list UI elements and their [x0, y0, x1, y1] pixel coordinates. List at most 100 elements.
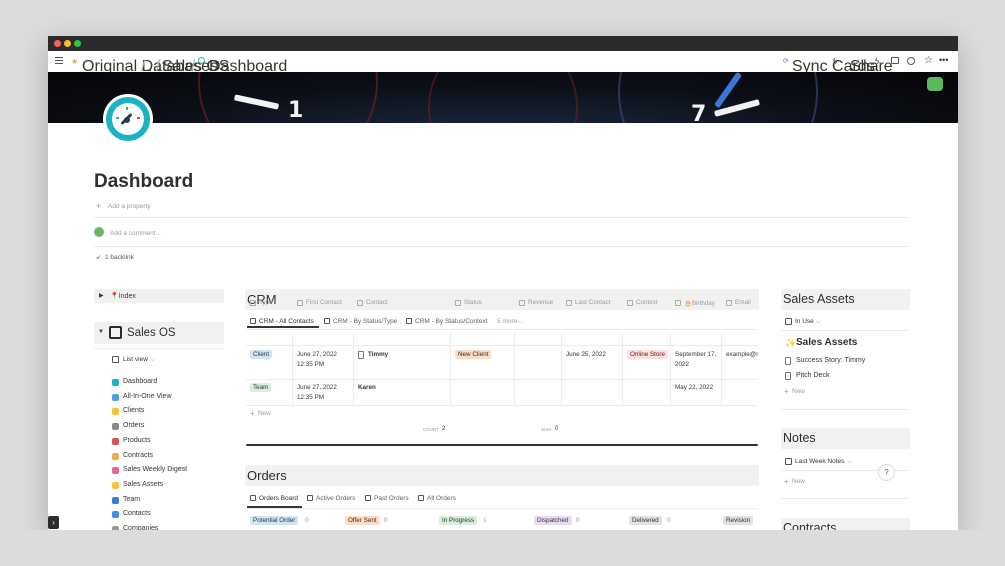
sidebar-item[interactable]: Contracts: [123, 452, 153, 459]
gauge-page-icon[interactable]: [103, 94, 153, 144]
sales-asset-item[interactable]: Success Story: Timmy: [796, 357, 865, 364]
column-header[interactable]: Context: [636, 299, 658, 306]
column-header[interactable]: 🎂Birthday: [684, 299, 715, 307]
menu-icon[interactable]: [55, 57, 63, 64]
last-week-notes-selector[interactable]: Last Week Notes: [795, 458, 844, 465]
column-header[interactable]: First Contact: [306, 299, 342, 306]
cover-digit: 7: [691, 102, 707, 123]
board-column-tag[interactable]: Delivered: [629, 516, 662, 525]
divider: [246, 444, 758, 446]
index-toggle[interactable]: ▶ 📍Index: [94, 289, 224, 303]
board-column-tag[interactable]: Dispatched: [534, 516, 572, 525]
type-tag[interactable]: Client: [250, 350, 273, 359]
email-cell[interactable]: example@r: [726, 350, 758, 360]
tab-orders-view[interactable]: Active Orders: [316, 495, 355, 502]
divider: [246, 405, 758, 406]
table-icon: [365, 495, 371, 501]
lightning-icon[interactable]: ϟ: [875, 57, 879, 66]
close-window-button[interactable]: [54, 40, 61, 47]
more-options-icon[interactable]: •••: [939, 55, 948, 65]
column-header[interactable]: Email: [735, 299, 751, 306]
chevron-down-icon[interactable]: ⌵: [150, 356, 155, 364]
plus-icon: +: [250, 409, 255, 418]
tab-crm-view[interactable]: CRM - By Status/Context: [415, 318, 488, 325]
cover-image[interactable]: 1 7: [48, 72, 958, 123]
contact-cell[interactable]: Timmy: [368, 350, 388, 360]
add-comment-input[interactable]: Add a comment...: [110, 230, 161, 237]
expand-toggle-icon[interactable]: ›: [48, 516, 59, 529]
sidebar-item-icon: [112, 423, 119, 431]
new-note-button[interactable]: New: [792, 478, 805, 485]
maximize-window-button[interactable]: [74, 40, 81, 47]
property-type-icon: [455, 300, 461, 306]
widget-icon[interactable]: [927, 77, 943, 91]
bolt-icon[interactable]: ϟ: [833, 57, 837, 66]
new-asset-button[interactable]: New: [792, 388, 805, 395]
add-property-button[interactable]: Add a property: [108, 203, 151, 210]
last-contact-cell[interactable]: June 25, 2022: [566, 350, 606, 360]
sidebar-item[interactable]: Orders: [123, 422, 144, 429]
tab-orders-view[interactable]: Orders Board: [259, 495, 298, 502]
sidebar-item[interactable]: Clients: [123, 407, 144, 414]
sidebar-item[interactable]: Sales Weekly Digest: [123, 466, 187, 473]
sidebar-item[interactable]: Products: [123, 437, 151, 444]
backlink-button[interactable]: 1 backlink: [105, 254, 134, 261]
table-icon: [418, 495, 424, 501]
minimize-window-button[interactable]: [64, 40, 71, 47]
in-use-view-selector[interactable]: In Use: [795, 318, 814, 325]
sidebar-item[interactable]: Dashboard: [123, 378, 157, 385]
tab-orders-view[interactable]: All Orders: [427, 495, 456, 502]
status-tag[interactable]: New Client: [455, 350, 492, 359]
clock-icon[interactable]: [907, 57, 915, 65]
divider: [246, 379, 758, 380]
board-column-tag[interactable]: Offer Sent: [345, 516, 380, 525]
sales-assets-heading[interactable]: Sales Assets: [781, 289, 910, 310]
first-contact-cell[interactable]: June 27, 2022 12:35 PM: [297, 350, 349, 370]
sidebar-item[interactable]: All-In-One View: [123, 393, 172, 400]
new-row-button[interactable]: New: [258, 410, 271, 417]
column-header[interactable]: Contact: [366, 299, 388, 306]
contact-cell[interactable]: Karen: [358, 383, 376, 393]
sales-asset-item[interactable]: Pitch Deck: [796, 372, 829, 379]
orders-heading[interactable]: Orders: [245, 465, 759, 486]
list-view-selector[interactable]: List view: [123, 356, 148, 363]
divider: [781, 409, 910, 410]
birthday-cell[interactable]: September 17, 2022: [675, 350, 719, 370]
birthday-cell[interactable]: May 22, 2022: [675, 383, 719, 393]
chevron-down-icon[interactable]: ⌵: [847, 458, 852, 466]
tab-crm-view[interactable]: CRM - By Status/Type: [333, 318, 397, 325]
tab-crm-view[interactable]: CRM - All Contacts: [259, 318, 314, 325]
page-title[interactable]: Dashboard: [94, 171, 193, 193]
help-button[interactable]: ?: [878, 464, 895, 481]
sales-os-toggle[interactable]: ▼ Sales OS: [94, 322, 224, 344]
comment-icon[interactable]: [891, 57, 899, 64]
plus-icon: +: [784, 477, 789, 486]
sidebar-item[interactable]: Sales Assets: [123, 481, 163, 488]
column-header[interactable]: Revenue: [528, 299, 553, 306]
chevron-down-icon[interactable]: ⌵: [816, 318, 821, 326]
context-tag[interactable]: Online Store: [627, 350, 669, 359]
column-header[interactable]: Type: [259, 299, 273, 306]
board-column-tag[interactable]: Revision: [723, 516, 754, 525]
tab-orders-view[interactable]: Past Orders: [374, 495, 409, 502]
sidebar-item[interactable]: Contacts: [123, 510, 151, 517]
column-header[interactable]: Status: [464, 299, 482, 306]
board-column-tag[interactable]: Potential Order: [250, 516, 299, 525]
board-column-count: 0: [384, 517, 388, 524]
sidebar-item[interactable]: Team: [123, 496, 140, 503]
first-contact-cell[interactable]: June 27, 2022 12:35 PM: [297, 383, 349, 403]
favorite-star-icon[interactable]: ☆: [924, 55, 933, 66]
sales-assets-title: Sales Assets: [783, 292, 855, 306]
contracts-heading[interactable]: Contracts: [781, 518, 910, 530]
sidebar-item-icon: [112, 408, 119, 416]
more-views-button[interactable]: 5 more...: [497, 318, 523, 325]
divider: [246, 329, 758, 330]
column-header[interactable]: Last Contact: [575, 299, 610, 306]
type-tag[interactable]: Team: [250, 383, 272, 392]
column-divider: [292, 332, 293, 405]
backdrop: [0, 530, 1005, 566]
board-column-tag[interactable]: In Progress: [439, 516, 478, 525]
page-icon: [358, 351, 364, 359]
active-tab-indicator: [247, 326, 319, 328]
notes-heading[interactable]: Notes: [781, 428, 910, 449]
